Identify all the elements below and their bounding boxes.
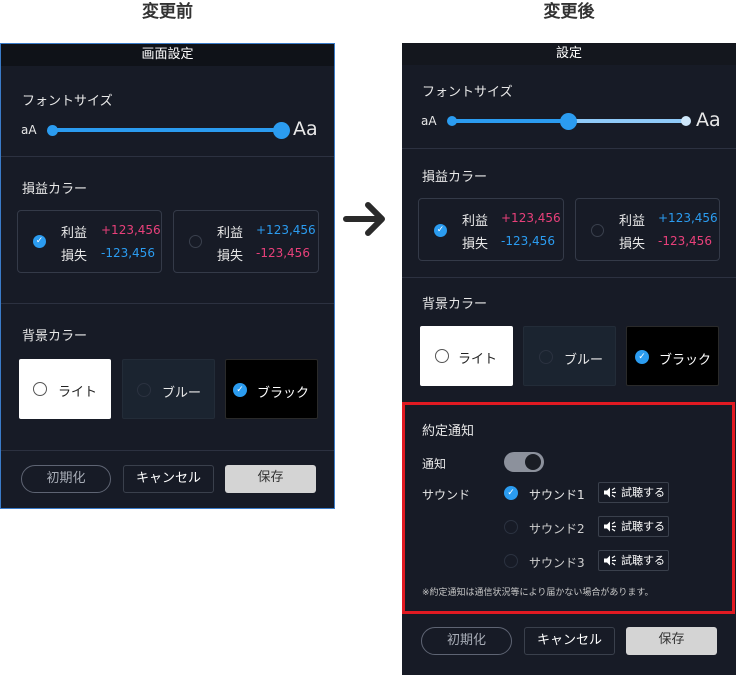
try-sound-3-button[interactable]: 試聴する (598, 550, 669, 571)
slider-min-dot (447, 116, 457, 126)
font-small-label: aA (421, 114, 437, 128)
save-button[interactable]: 保存 (626, 627, 717, 655)
sound-1-label: サウンド1 (529, 488, 585, 502)
bg-option-label: ブラック (257, 386, 310, 401)
check-icon: ✓ (33, 235, 46, 248)
bg-option-light[interactable]: ライト (19, 359, 111, 419)
bg-option-blue[interactable]: ブルー (122, 359, 215, 419)
radio-unchecked-icon (435, 349, 449, 363)
loss-value: -123,456 (101, 246, 155, 260)
font-size-slider-filled[interactable] (452, 119, 569, 123)
bg-option-label: ライト (458, 352, 498, 367)
slider-max-dot (681, 116, 691, 126)
font-small-label: aA (21, 123, 37, 137)
bg-option-blue[interactable]: ブルー (523, 326, 616, 386)
font-size-slider[interactable] (53, 128, 281, 132)
loss-label: 損失 (462, 237, 489, 252)
pl-color-option-2[interactable]: 利益 +123,456 損失 -123,456 (173, 210, 319, 273)
profit-label: 利益 (462, 214, 489, 229)
radio-unchecked-icon (33, 382, 47, 396)
sound-label: サウンド (422, 488, 471, 502)
notify-label: 通知 (422, 457, 447, 471)
pl-color-label: 損益カラー (422, 170, 488, 185)
sound-2-radio-icon[interactable] (504, 520, 518, 534)
loss-label: 損失 (217, 249, 244, 264)
sound-2-label: サウンド2 (529, 522, 585, 536)
divider (402, 277, 736, 278)
bg-option-black[interactable]: ✓ ブラック (626, 326, 719, 386)
font-size-slider-handle[interactable] (273, 122, 290, 139)
bg-option-light[interactable]: ライト (420, 326, 513, 386)
settings-panel-after: 設定 フォントサイズ aA Aa 損益カラー ✓ 利益 +123,456 損失 … (402, 43, 736, 675)
caption-before: 変更前 (142, 2, 193, 22)
profit-value: +123,456 (501, 211, 561, 225)
loss-value: -123,456 (501, 234, 555, 248)
settings-panel-before: 画面設定 フォントサイズ aA Aa 損益カラー ✓ 利益 +123,456 損… (0, 43, 335, 509)
panel-title: 設定 (402, 43, 736, 65)
cancel-button[interactable]: キャンセル (524, 627, 615, 655)
background-color-label: 背景カラー (22, 329, 88, 344)
caption-after: 変更後 (543, 2, 595, 22)
profit-value: +123,456 (101, 223, 161, 237)
loss-label: 損失 (619, 237, 646, 252)
bg-option-label: ブラック (659, 353, 712, 368)
check-icon: ✓ (635, 350, 649, 364)
save-button[interactable]: 保存 (225, 465, 316, 493)
font-size-slider-handle[interactable] (560, 113, 577, 130)
divider (402, 148, 736, 149)
check-icon: ✓ (233, 383, 247, 397)
loss-value: -123,456 (658, 234, 712, 248)
font-size-label: フォントサイズ (22, 94, 113, 109)
font-size-label: フォントサイズ (422, 85, 513, 100)
radio-unchecked-icon (539, 350, 553, 364)
panel-title: 画面設定 (1, 44, 334, 66)
reset-button[interactable]: 初期化 (21, 465, 111, 493)
notify-toggle[interactable] (504, 452, 544, 472)
toggle-knob (525, 454, 541, 470)
radio-unchecked-icon (137, 383, 151, 397)
bg-option-black[interactable]: ✓ ブラック (225, 359, 318, 419)
cancel-button[interactable]: キャンセル (123, 465, 214, 493)
try-label: 試聴する (621, 520, 665, 533)
radio-unchecked-icon (591, 224, 604, 237)
bg-option-label: ブルー (162, 386, 202, 401)
background-color-label: 背景カラー (422, 297, 488, 312)
pl-color-label: 損益カラー (22, 182, 88, 197)
check-icon: ✓ (434, 224, 447, 237)
notice-disclaimer: ※約定通知は通信状況等により届かない場合があります。 (422, 588, 654, 598)
divider (1, 303, 334, 304)
profit-label: 利益 (61, 226, 88, 241)
bg-option-label: ブルー (564, 353, 604, 368)
loss-value: -123,456 (256, 246, 310, 260)
sound-3-label: サウンド3 (529, 556, 585, 570)
font-large-label: Aa (696, 109, 721, 131)
profit-value: +123,456 (256, 223, 316, 237)
sound-1-check-icon[interactable]: ✓ (504, 486, 518, 500)
font-size-slider-rest[interactable] (569, 119, 685, 123)
divider (1, 450, 334, 451)
pl-color-option-1[interactable]: ✓ 利益 +123,456 損失 -123,456 (418, 198, 564, 261)
reset-button[interactable]: 初期化 (421, 627, 512, 655)
profit-label: 利益 (619, 214, 646, 229)
bg-option-label: ライト (58, 385, 98, 400)
speaker-icon (604, 487, 616, 498)
try-label: 試聴する (621, 486, 665, 499)
try-sound-2-button[interactable]: 試聴する (598, 516, 669, 537)
contract-notice-label: 約定通知 (422, 424, 475, 439)
divider (1, 156, 334, 157)
sound-3-radio-icon[interactable] (504, 554, 518, 568)
speaker-icon (604, 555, 616, 566)
speaker-icon (604, 521, 616, 532)
radio-unchecked-icon (189, 235, 202, 248)
profit-value: +123,456 (658, 211, 718, 225)
loss-label: 損失 (61, 249, 88, 264)
pl-color-option-1[interactable]: ✓ 利益 +123,456 損失 -123,456 (17, 210, 162, 273)
try-label: 試聴する (621, 554, 665, 567)
font-large-label: Aa (293, 118, 318, 140)
profit-label: 利益 (217, 226, 244, 241)
arrow-right-icon (343, 202, 385, 236)
pl-color-option-2[interactable]: 利益 +123,456 損失 -123,456 (575, 198, 720, 261)
try-sound-1-button[interactable]: 試聴する (598, 482, 669, 503)
slider-min-dot (47, 125, 58, 136)
